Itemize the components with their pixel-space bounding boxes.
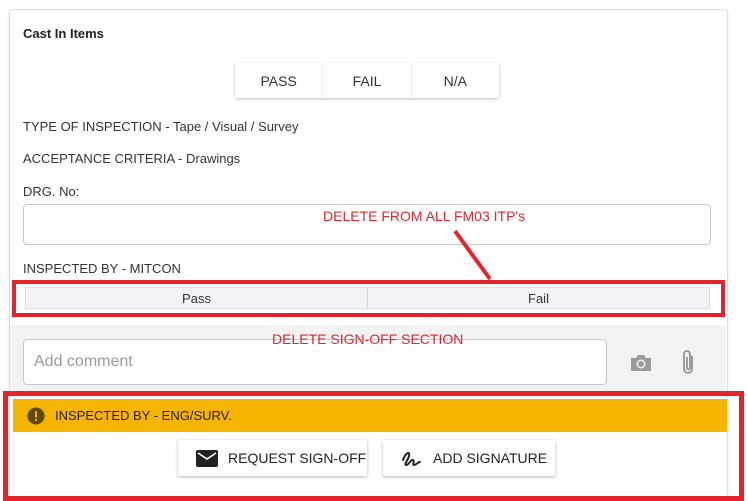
paperclip-icon[interactable] bbox=[678, 348, 700, 378]
annotation-delete-signoff: DELETE SIGN-OFF SECTION bbox=[272, 331, 464, 347]
request-signoff-button[interactable]: REQUEST SIGN-OFF bbox=[178, 440, 367, 476]
add-signature-label: ADD SIGNATURE bbox=[433, 450, 548, 466]
signature-icon bbox=[401, 448, 423, 468]
inspected-by-mitcon-label: INSPECTED BY - MITCON bbox=[23, 261, 181, 276]
request-signoff-label: REQUEST SIGN-OFF bbox=[228, 450, 367, 466]
annotation-box-passfail bbox=[12, 280, 725, 317]
signoff-header: INSPECTED BY - ENG/SURV. bbox=[13, 399, 727, 432]
mail-icon bbox=[196, 449, 218, 467]
camera-icon[interactable] bbox=[628, 350, 654, 376]
signoff-label: INSPECTED BY - ENG/SURV. bbox=[55, 408, 232, 423]
annotation-arrow-1 bbox=[453, 229, 492, 281]
add-signature-button[interactable]: ADD SIGNATURE bbox=[383, 440, 555, 476]
warning-icon bbox=[27, 407, 45, 425]
